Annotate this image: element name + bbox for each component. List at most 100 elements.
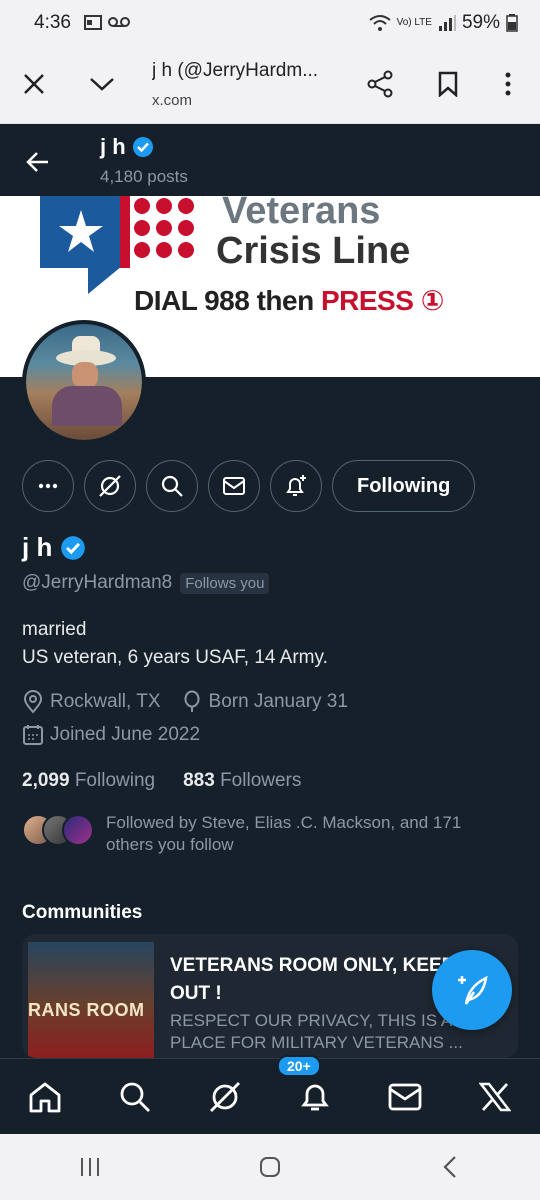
search-profile-button[interactable] (146, 460, 198, 512)
more-options-button[interactable] (488, 64, 528, 104)
follow-counts: 2,099 Following 883 Followers (22, 770, 301, 792)
status-time: 4:36 (34, 12, 71, 33)
avatar (62, 814, 94, 846)
follows-you-badge: Follows you (180, 572, 270, 594)
balloon-icon (184, 690, 200, 712)
verified-badge-icon (132, 137, 153, 157)
calendar-icon (84, 15, 102, 30)
compose-post-button[interactable] (432, 950, 512, 1030)
home-circle-icon (260, 1157, 280, 1177)
followed-by-avatars (22, 814, 94, 846)
bio-line-1: married (22, 619, 87, 640)
nav-home[interactable] (15, 1067, 75, 1127)
profile-name-text: j h (22, 532, 53, 562)
grok-icon (210, 1081, 240, 1112)
status-notification-icons (84, 14, 130, 30)
nav-messages[interactable] (375, 1067, 435, 1127)
profile-handle: @JerryHardman8 (22, 572, 173, 593)
banner-line-1: Veterans (222, 196, 381, 232)
browser-toolbar: j h (@JerryHardm... x.com (0, 46, 540, 124)
x-logo-icon (479, 1082, 511, 1111)
followed-by-text: Followed by Steve, Elias .C. Mackson, an… (106, 813, 462, 854)
community-thumbnail-text: RANS ROOM (28, 1000, 145, 1020)
mail-icon (388, 1083, 422, 1110)
banner-dots (134, 198, 194, 258)
post-count: 4,180 posts (100, 167, 188, 186)
community-title: VETERANS ROOM ONLY, KEEP OUT ! (170, 955, 455, 1004)
share-button[interactable] (360, 64, 400, 104)
page-title: j h (@JerryHardm... (152, 60, 319, 81)
more-button[interactable] (22, 460, 74, 512)
community-thumbnail: RANS ROOM (28, 942, 154, 1058)
grok-button[interactable] (84, 460, 136, 512)
share-icon (367, 70, 393, 98)
home-system-button[interactable] (240, 1147, 300, 1187)
star-icon (59, 210, 103, 252)
bookmark-button[interactable] (428, 64, 468, 104)
compose-feather-icon (458, 975, 488, 1005)
battery-percent: 59% (461, 12, 500, 33)
banner-flag-graphic (40, 196, 122, 268)
status-bar: 4:36 Vo) LTE 59% (0, 0, 540, 46)
profile-name: j h (22, 532, 86, 563)
banner-flag-tail (88, 266, 122, 294)
profile-top-bar: j h 4,180 posts (0, 124, 540, 196)
arrow-left-icon (26, 152, 48, 172)
more-horizontal-icon (38, 483, 58, 489)
back-button[interactable] (18, 142, 58, 182)
verified-badge-icon (61, 535, 86, 560)
profile-joined-row: Joined June 2022 (22, 724, 200, 746)
back-system-button[interactable] (420, 1147, 480, 1187)
profile-header-name-text: j h (100, 134, 126, 159)
recents-icon (81, 1158, 99, 1176)
notify-button[interactable] (270, 460, 322, 512)
recents-button[interactable] (60, 1147, 120, 1187)
page-domain: x.com (152, 92, 193, 109)
search-icon (161, 475, 183, 497)
banner-red-stripe (120, 196, 130, 268)
profile-birthday: Born January 31 (208, 691, 348, 712)
system-navigation (0, 1134, 540, 1200)
bottom-navigation: 20+ (0, 1054, 540, 1134)
mail-icon (223, 477, 245, 495)
message-button[interactable] (208, 460, 260, 512)
nav-search[interactable] (105, 1067, 165, 1127)
nav-notifications[interactable]: 20+ (277, 1054, 345, 1127)
bookmark-icon (438, 71, 458, 97)
calendar-icon (23, 725, 43, 745)
profile-handle-row: @JerryHardman8 Follows you (22, 572, 270, 594)
banner-line-2: Crisis Line (216, 230, 411, 272)
more-vertical-icon (505, 72, 511, 96)
wifi-icon (368, 15, 391, 31)
network-type: Vo) LTE (396, 17, 432, 28)
chevron-left-icon (443, 1156, 456, 1178)
bell-plus-icon (286, 475, 306, 496)
following-count-link[interactable]: 2,099 Following (22, 770, 155, 792)
home-icon (29, 1082, 61, 1112)
avatar-image (26, 324, 142, 440)
bell-icon (301, 1084, 329, 1110)
profile-joined: Joined June 2022 (50, 724, 201, 745)
voicemail-icon (108, 17, 130, 27)
close-tab-button[interactable] (14, 64, 54, 104)
banner-line-3: DIAL 988 then PRESS ① (134, 285, 444, 316)
nav-x-premium[interactable] (465, 1067, 525, 1127)
following-button[interactable]: Following (332, 460, 476, 512)
profile-meta-row: Rockwall, TX Born January 31 (22, 690, 348, 714)
signal-icon (438, 15, 456, 31)
bio-line-2: US veteran, 6 years USAF, 14 Army. (22, 647, 328, 668)
profile-header-name: j h (100, 134, 154, 160)
close-icon (24, 74, 44, 94)
battery-icon (506, 14, 518, 32)
search-icon (120, 1082, 150, 1112)
chevron-down-icon (90, 78, 114, 91)
avatar[interactable] (22, 320, 146, 444)
status-right: Vo) LTE 59% (368, 12, 518, 34)
followers-count-link[interactable]: 883 Followers (183, 770, 301, 792)
profile-location: Rockwall, TX (50, 691, 161, 712)
communities-heading: Communities (22, 902, 143, 923)
location-pin-icon (23, 690, 43, 714)
minimize-button[interactable] (82, 64, 122, 104)
profile-bio: married US veteran, 6 years USAF, 14 Arm… (22, 616, 328, 672)
nav-grok[interactable] (195, 1067, 255, 1127)
